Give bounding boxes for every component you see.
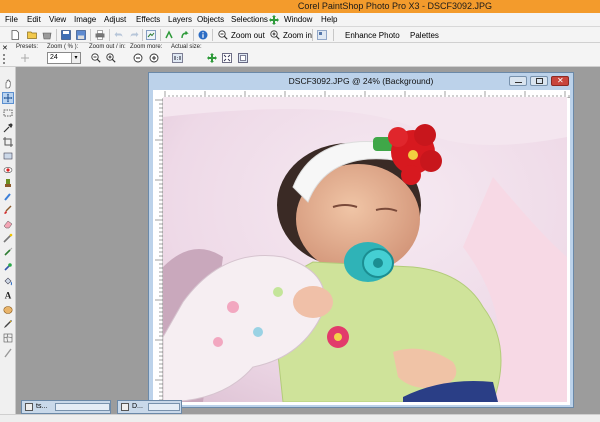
presets-label: Presets: bbox=[16, 44, 39, 50]
pan-tool-hand-icon[interactable] bbox=[3, 79, 13, 89]
arrow-curve-green-icon[interactable] bbox=[180, 29, 190, 41]
svg-text:A: A bbox=[5, 291, 12, 301]
redo-icon[interactable] bbox=[129, 29, 139, 41]
palettes-button[interactable]: Palettes bbox=[410, 29, 439, 41]
close-icon: ✕ bbox=[557, 76, 564, 85]
menu-help[interactable]: Help bbox=[321, 13, 337, 27]
fill-tool-icon[interactable] bbox=[3, 276, 13, 286]
lighten-darken-tool-icon[interactable] bbox=[3, 233, 13, 243]
menu-image[interactable]: Image bbox=[74, 13, 96, 27]
menu-view[interactable]: View bbox=[49, 13, 66, 27]
menu-effects[interactable]: Effects bbox=[136, 13, 160, 27]
zoom-more-in-icon[interactable] bbox=[149, 53, 159, 63]
doc-icon bbox=[121, 403, 129, 411]
print-icon[interactable] bbox=[95, 29, 105, 41]
zoom-percent-value: 24 bbox=[50, 54, 58, 61]
standard-toolbar: Zoom out Zoom in Enhance Photo Palettes bbox=[0, 27, 600, 43]
makeover-tool-icon[interactable] bbox=[3, 192, 13, 202]
menu-layers[interactable]: Layers bbox=[168, 13, 192, 27]
color-changer-tool-icon[interactable] bbox=[3, 262, 13, 272]
minimized-window-1-label: ts... bbox=[36, 403, 48, 410]
warp-brush-tool-icon[interactable] bbox=[3, 333, 13, 343]
move-window-icon bbox=[269, 15, 279, 27]
enhance-photo-button[interactable]: Enhance Photo bbox=[345, 29, 400, 41]
app-title: Corel PaintShop Photo Pro X3 - DSCF3092.… bbox=[297, 1, 492, 11]
crop-icon[interactable] bbox=[146, 29, 156, 41]
tool-options-palette: ✕ Presets: Zoom ( % ): 24 ▾ Zoom out / i… bbox=[0, 43, 600, 67]
eraser-tool-icon[interactable] bbox=[3, 219, 13, 229]
zoom-in-small-icon[interactable] bbox=[106, 53, 116, 63]
presets-icon[interactable] bbox=[20, 53, 30, 63]
arrow-up-green-icon[interactable] bbox=[164, 29, 174, 41]
minimized-window-1-buttons[interactable] bbox=[55, 403, 110, 411]
clone-tool-icon[interactable] bbox=[3, 178, 13, 188]
zoom-in-icon bbox=[270, 30, 280, 40]
info-icon[interactable] bbox=[198, 29, 208, 41]
save-icon[interactable] bbox=[61, 29, 71, 41]
close-palette-icon[interactable]: ✕ bbox=[2, 45, 8, 52]
minimized-window-2[interactable]: D... bbox=[117, 400, 182, 414]
fit-window-icon[interactable] bbox=[222, 53, 232, 63]
doc-minimize-button[interactable] bbox=[509, 76, 527, 86]
doc-icon bbox=[25, 403, 33, 411]
zoom-out-button[interactable]: Zoom out bbox=[218, 29, 265, 41]
zoom-in-label: Zoom in bbox=[283, 30, 312, 40]
zoom-in-button[interactable]: Zoom in bbox=[270, 29, 312, 41]
grid-view-icon[interactable] bbox=[317, 29, 327, 41]
actual-size-label: Actual size: bbox=[171, 44, 202, 50]
zoom-out-in-label: Zoom out / in: bbox=[89, 44, 126, 50]
pen-tool-icon[interactable] bbox=[3, 319, 13, 329]
menu-selections[interactable]: Selections bbox=[231, 13, 268, 27]
baby-photo-image bbox=[163, 97, 567, 402]
actual-size-icon[interactable] bbox=[172, 53, 183, 63]
vertical-ruler[interactable] bbox=[153, 90, 163, 405]
doc-close-button[interactable]: ✕ bbox=[551, 76, 569, 86]
picture-tube-tool-icon[interactable] bbox=[3, 348, 13, 358]
doc-restore-button[interactable] bbox=[530, 76, 548, 86]
minimized-window-2-label: D... bbox=[132, 403, 143, 410]
menu-file[interactable]: File bbox=[5, 13, 18, 27]
minimize-icon bbox=[515, 82, 522, 83]
pick-tool-icon[interactable] bbox=[2, 92, 14, 104]
menu-edit[interactable]: Edit bbox=[27, 13, 41, 27]
zoom-more-out-icon[interactable] bbox=[133, 53, 143, 63]
zoom-out-icon bbox=[218, 30, 228, 40]
menu-objects[interactable]: Objects bbox=[197, 13, 224, 27]
retouch-tool-icon[interactable] bbox=[3, 247, 13, 257]
eyedropper-tool-icon[interactable] bbox=[3, 123, 13, 133]
new-file-icon[interactable] bbox=[10, 29, 20, 41]
menu-window[interactable]: Window bbox=[284, 13, 312, 27]
minimized-window-2-buttons[interactable] bbox=[148, 403, 180, 411]
red-eye-tool-icon[interactable] bbox=[3, 165, 13, 175]
zoom-out-label: Zoom out bbox=[231, 30, 265, 40]
minimized-window-1[interactable]: ts... bbox=[21, 400, 111, 414]
crop-tool-icon[interactable] bbox=[3, 137, 13, 147]
app-titlebar: Corel PaintShop Photo Pro X3 - DSCF3092.… bbox=[0, 0, 600, 13]
paint-brush-tool-icon[interactable] bbox=[3, 205, 13, 215]
palette-grip-icon[interactable] bbox=[3, 54, 9, 64]
status-bar bbox=[0, 414, 600, 422]
open-file-icon[interactable] bbox=[27, 29, 37, 41]
chevron-down-icon[interactable]: ▾ bbox=[71, 53, 80, 63]
menu-adjust[interactable]: Adjust bbox=[104, 13, 126, 27]
zoom-more-label: Zoom more: bbox=[130, 44, 163, 50]
zoom-out-small-icon[interactable] bbox=[91, 53, 101, 63]
tools-toolbar: A bbox=[0, 67, 16, 414]
pan-icon[interactable] bbox=[207, 53, 217, 63]
text-tool-icon[interactable]: A bbox=[3, 290, 13, 301]
menu-bar: File Edit View Image Adjust Effects Laye… bbox=[0, 13, 600, 27]
undo-icon[interactable] bbox=[114, 29, 124, 41]
preset-shape-tool-icon[interactable] bbox=[3, 305, 13, 315]
restore-icon bbox=[536, 78, 543, 84]
photo-canvas[interactable] bbox=[163, 97, 567, 402]
save-as-icon[interactable] bbox=[76, 29, 86, 41]
zoom-percent-label: Zoom ( % ): bbox=[47, 44, 79, 50]
browse-icon[interactable] bbox=[42, 29, 52, 41]
selection-tool-icon[interactable] bbox=[3, 108, 13, 118]
fit-image-icon[interactable] bbox=[238, 53, 248, 63]
straighten-tool-icon[interactable] bbox=[3, 151, 13, 161]
zoom-percent-field[interactable]: 24 ▾ bbox=[47, 52, 81, 64]
